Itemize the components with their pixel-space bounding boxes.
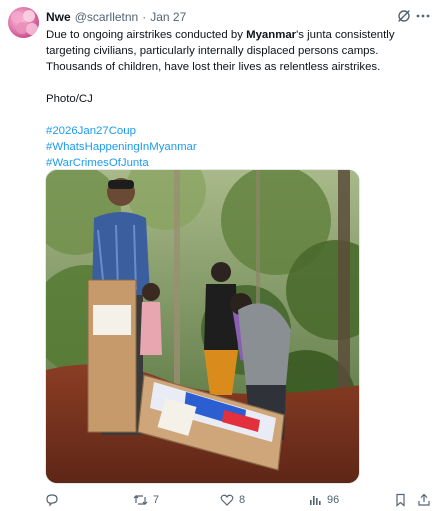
more-icon[interactable]: [416, 8, 430, 24]
action-bar: 7 8 96: [0, 491, 435, 509]
share-button[interactable]: [417, 491, 431, 509]
hashtag-link[interactable]: #2026Jan27Coup: [46, 123, 430, 139]
tweet[interactable]: Nwe @scarlletnn · Jan 27 Due to ongoing …: [0, 0, 435, 511]
like-button[interactable]: 8: [220, 491, 245, 509]
header-separator: ·: [142, 10, 147, 24]
tweet-line: targeting civilians, particularly intern…: [46, 45, 379, 57]
tweet-header: Nwe @scarlletnn · Jan 27: [46, 9, 186, 25]
tweet-text-segment: 's junta consistently: [296, 29, 395, 41]
photo-scene: [46, 170, 359, 483]
views-button[interactable]: 96: [308, 491, 339, 509]
tweet-date[interactable]: Jan 27: [150, 10, 186, 24]
bookmark-button[interactable]: [394, 491, 407, 509]
photo-credit: Photo/CJ: [46, 93, 93, 105]
reply-button[interactable]: [45, 491, 64, 509]
views-count: 96: [327, 494, 340, 506]
tweet-text-bold: Myanmar: [246, 29, 297, 41]
share-icon: [418, 493, 430, 506]
bookmark-icon: [396, 493, 405, 507]
hashtag-link[interactable]: #WhatsHappeningInMyanmar: [46, 139, 430, 155]
repost-button[interactable]: 7: [133, 491, 159, 509]
like-count: 8: [239, 494, 246, 506]
repost-icon: [133, 495, 148, 505]
tweet-line: Due to ongoing airstrikes conducted by M…: [46, 27, 430, 43]
author-handle[interactable]: @scarlletnn: [75, 10, 139, 24]
reply-icon: [46, 494, 58, 507]
tweet-text: Due to ongoing airstrikes conducted by M…: [46, 27, 430, 171]
views-icon: [310, 496, 321, 505]
tweet-text-segment: Due to ongoing airstrikes conducted by: [46, 29, 247, 41]
avatar[interactable]: [8, 7, 39, 38]
like-icon: [220, 494, 234, 506]
tweet-line: Thousands of children, have lost their l…: [46, 61, 381, 73]
repost-count: 7: [153, 494, 160, 506]
grok-icon[interactable]: [396, 8, 412, 24]
author-name[interactable]: Nwe: [46, 10, 71, 24]
tweet-photo[interactable]: [45, 169, 360, 484]
